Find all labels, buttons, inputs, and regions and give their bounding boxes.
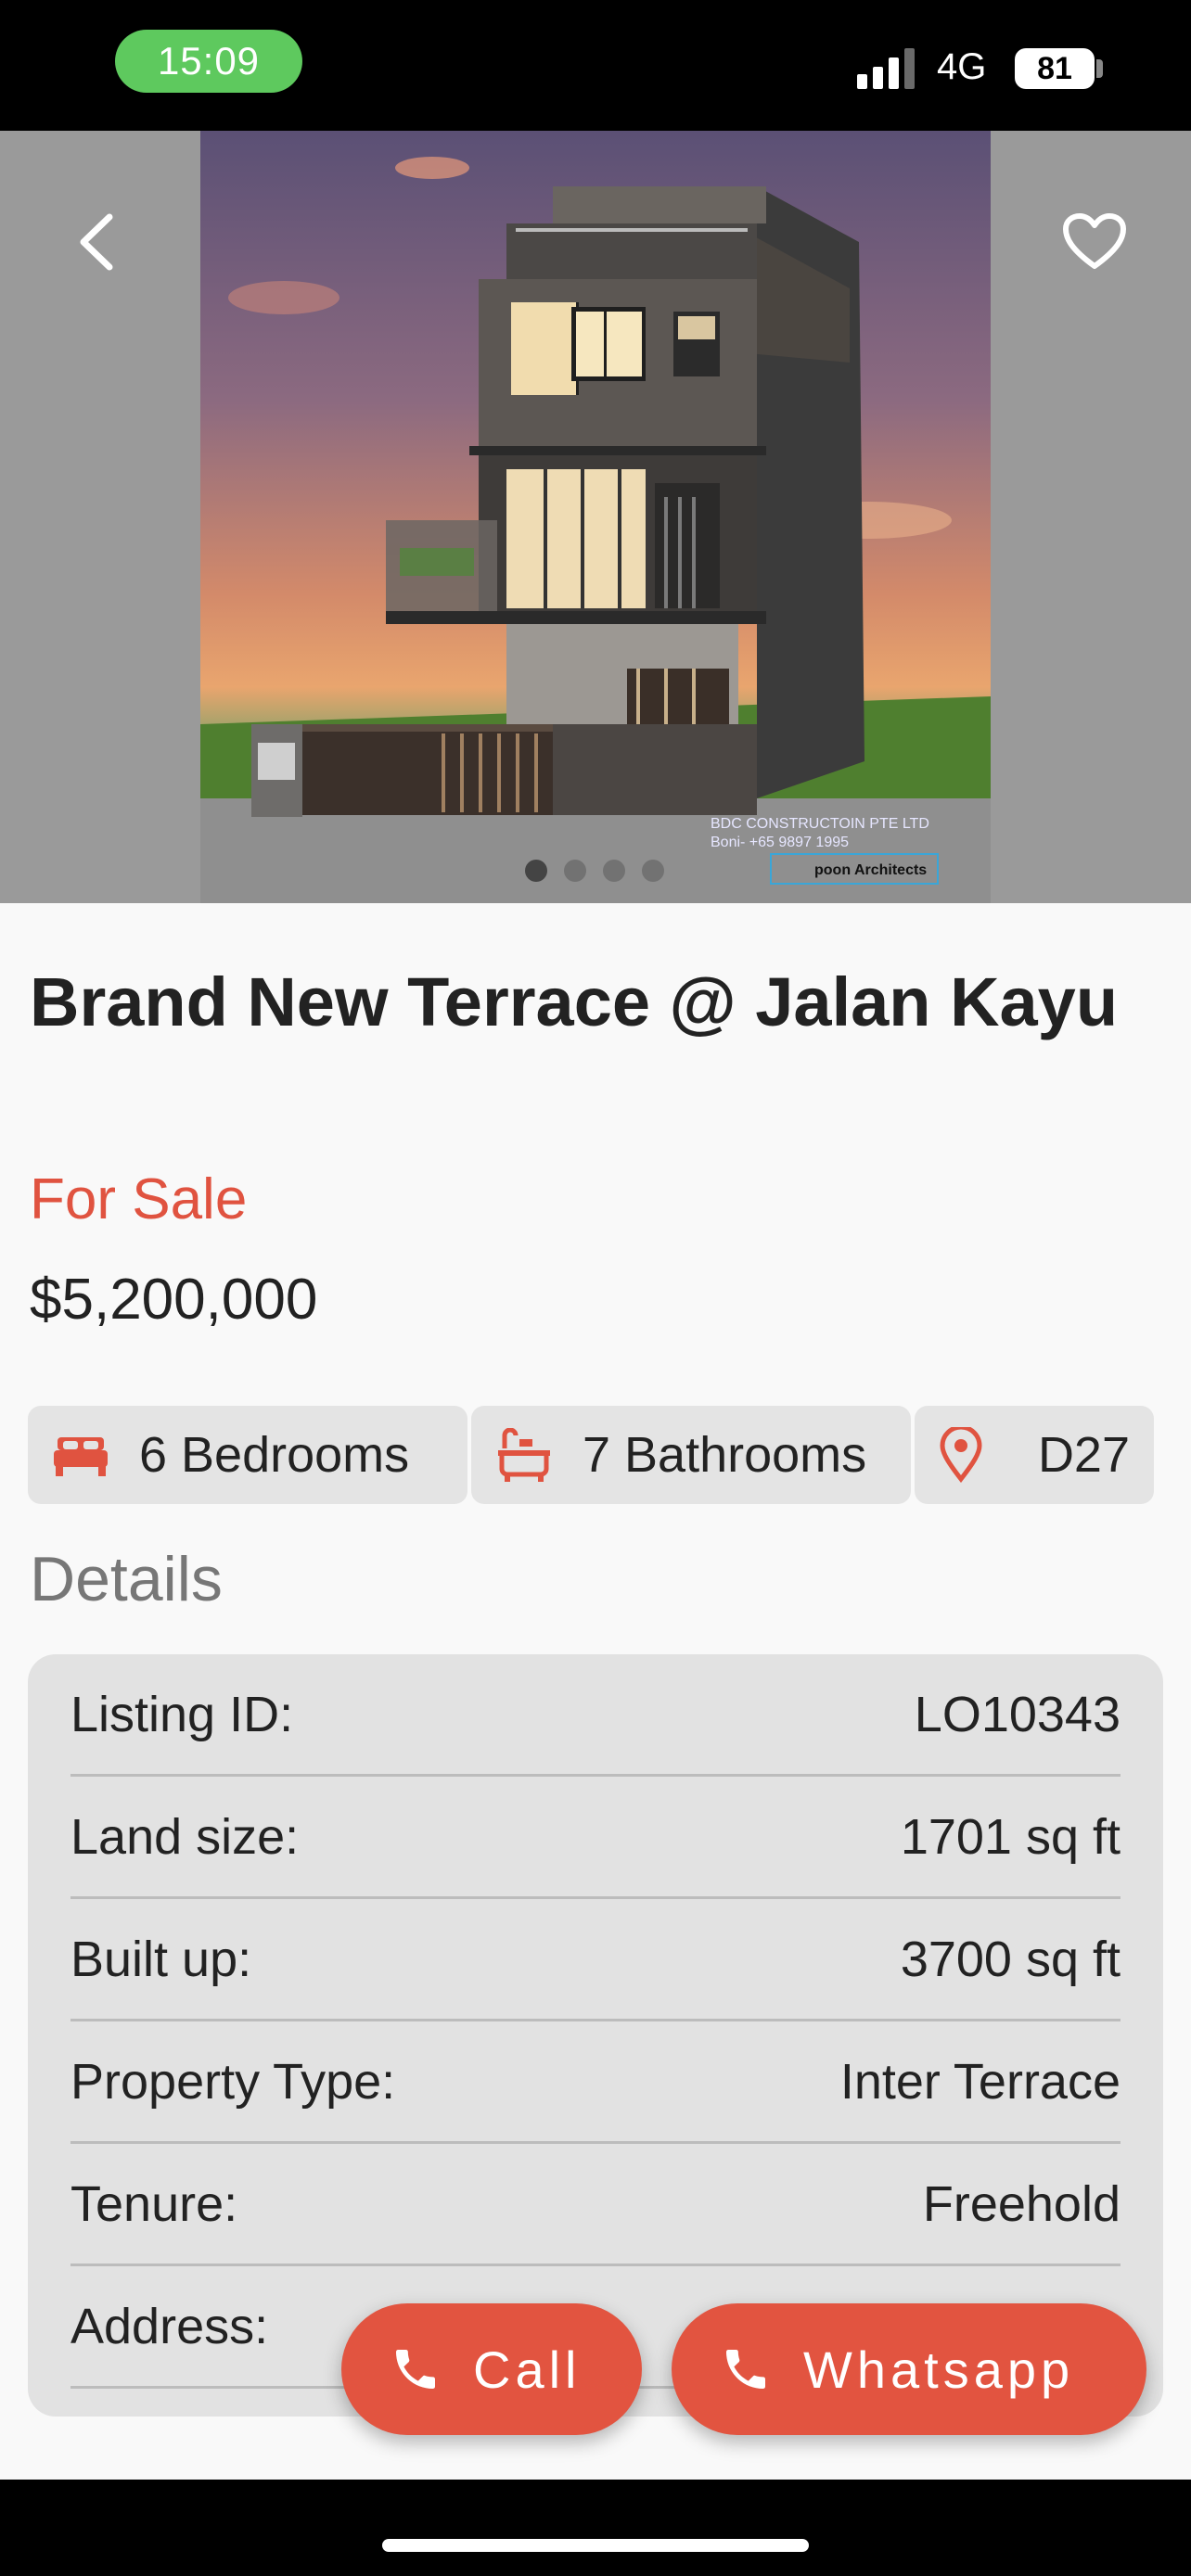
detail-row-built-up: Built up: 3700 sq ft xyxy=(70,1899,1121,2021)
detail-label: Address: xyxy=(70,2298,269,2354)
detail-row-land-size: Land size: 1701 sq ft xyxy=(70,1777,1121,1899)
heart-outline-icon xyxy=(1063,213,1126,269)
detail-row-tenure: Tenure: Freehold xyxy=(70,2144,1121,2266)
bathtub-icon xyxy=(498,1428,550,1482)
page-dot[interactable] xyxy=(564,860,586,882)
phone-icon xyxy=(726,2350,765,2389)
details-heading: Details xyxy=(30,1544,223,1614)
chevron-left-icon xyxy=(80,213,113,271)
detail-value: Freehold xyxy=(922,2175,1121,2232)
home-indicator[interactable] xyxy=(382,2539,809,2552)
property-photo: BDC CONSTRUCTOIN PTE LTD Boni- +65 9897 … xyxy=(200,131,991,903)
detail-row-property-type: Property Type: Inter Terrace xyxy=(70,2021,1121,2144)
listing-status: For Sale xyxy=(30,1167,248,1231)
district-chip: D27 xyxy=(915,1406,1154,1504)
bottom-bar xyxy=(0,2480,1191,2576)
page-dot[interactable] xyxy=(525,860,547,882)
cellular-signal-icon xyxy=(857,48,915,89)
page-dot[interactable] xyxy=(642,860,664,882)
call-button[interactable]: Call xyxy=(341,2303,642,2435)
detail-value: 3700 sq ft xyxy=(900,1931,1121,1987)
detail-value: Inter Terrace xyxy=(839,2053,1121,2110)
phone-icon xyxy=(396,2350,435,2389)
photo-carousel[interactable]: BDC CONSTRUCTOIN PTE LTD Boni- +65 9897 … xyxy=(0,131,1191,903)
image-logo-text: poon Architects xyxy=(814,862,927,878)
details-card: Listing ID: LO10343 Land size: 1701 sq f… xyxy=(28,1654,1163,2417)
detail-row-listing-id: Listing ID: LO10343 xyxy=(70,1654,1121,1777)
detail-label: Tenure: xyxy=(70,2175,238,2232)
image-caption-line2: Boni- +65 9897 1995 xyxy=(711,835,849,850)
call-button-label: Call xyxy=(473,2340,582,2399)
detail-value: LO10343 xyxy=(914,1686,1121,1742)
detail-label: Built up: xyxy=(70,1931,252,1987)
bathrooms-label: 7 Bathrooms xyxy=(583,1427,867,1483)
listing-title: Brand New Terrace @ Jalan Kayu xyxy=(30,963,1119,1040)
battery-icon: 81 xyxy=(1015,48,1095,89)
battery-tip xyxy=(1096,59,1103,78)
whatsapp-button-label: Whatsapp xyxy=(803,2340,1075,2399)
detail-label: Land size: xyxy=(70,1808,300,1865)
detail-label: Listing ID: xyxy=(70,1686,294,1742)
detail-value: 1701 sq ft xyxy=(900,1808,1121,1865)
favorite-button[interactable] xyxy=(1057,196,1132,288)
page-dot[interactable] xyxy=(603,860,625,882)
status-time: 15:09 xyxy=(115,30,302,93)
district-label: D27 xyxy=(1037,1427,1130,1483)
location-pin-icon xyxy=(940,1427,982,1483)
bathrooms-chip: 7 Bathrooms xyxy=(471,1406,911,1504)
feature-chips: 6 Bedrooms 7 Bathrooms D27 xyxy=(28,1406,1163,1504)
whatsapp-button[interactable]: Whatsapp xyxy=(672,2303,1146,2435)
image-caption-line1: BDC CONSTRUCTOIN PTE LTD xyxy=(711,816,929,832)
detail-label: Property Type: xyxy=(70,2053,396,2110)
listing-price: $5,200,000 xyxy=(30,1268,318,1332)
carousel-page-indicator xyxy=(525,860,664,882)
status-bar: 15:09 4G 81 xyxy=(0,0,1191,131)
bedrooms-label: 6 Bedrooms xyxy=(139,1427,410,1483)
bedrooms-chip: 6 Bedrooms xyxy=(28,1406,467,1504)
bed-icon xyxy=(54,1437,108,1476)
back-button[interactable] xyxy=(65,196,130,288)
network-type: 4G xyxy=(937,46,987,87)
